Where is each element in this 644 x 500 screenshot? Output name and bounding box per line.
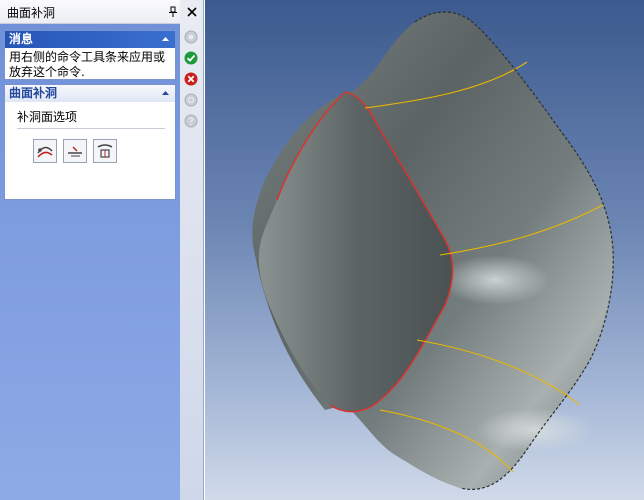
surface-fill-header-label: 曲面补洞	[9, 86, 58, 100]
pin-icon[interactable]	[168, 6, 178, 18]
patch-tool-button[interactable]	[93, 139, 117, 163]
patch-tool-icon	[97, 144, 113, 158]
fill-surface-tool-button[interactable]	[33, 139, 57, 163]
collapse-icon[interactable]	[162, 90, 169, 96]
apply-icon[interactable]	[184, 51, 198, 65]
fill-options-label: 补洞面选项	[17, 108, 165, 129]
message-group: 消息 用右侧的命令工具条来应用或放弃这个命令.	[4, 30, 176, 80]
message-header-label: 消息	[9, 32, 34, 46]
surface-fill-group-header[interactable]: 曲面补洞	[5, 85, 175, 102]
help-icon[interactable]	[184, 114, 198, 128]
confirm-toolbar	[180, 0, 204, 500]
close-icon[interactable]	[186, 6, 198, 18]
fill-surface-tool-icon	[37, 146, 53, 158]
edge-tool-icon	[68, 146, 82, 157]
preview-icon[interactable]	[184, 93, 198, 107]
collapse-icon[interactable]	[162, 36, 169, 42]
previous-icon[interactable]	[184, 30, 198, 44]
panel-titlebar: 曲面补洞	[0, 0, 180, 24]
panel-title: 曲面补洞	[7, 6, 56, 20]
surface-fill-group: 曲面补洞 补洞面选项	[4, 84, 176, 200]
property-panel: 曲面补洞 消息 用右侧的命令工具条来应用或放弃这个命令. 曲面补洞 补洞面选项	[0, 0, 180, 500]
graphics-viewport[interactable]	[205, 0, 644, 500]
tool-row	[33, 139, 175, 163]
message-group-header[interactable]: 消息	[5, 31, 175, 48]
message-text: 用右侧的命令工具条来应用或放弃这个命令.	[9, 50, 166, 79]
surface-model[interactable]	[205, 0, 644, 500]
edge-tool-button[interactable]	[63, 139, 87, 163]
cancel-icon[interactable]	[184, 72, 198, 86]
